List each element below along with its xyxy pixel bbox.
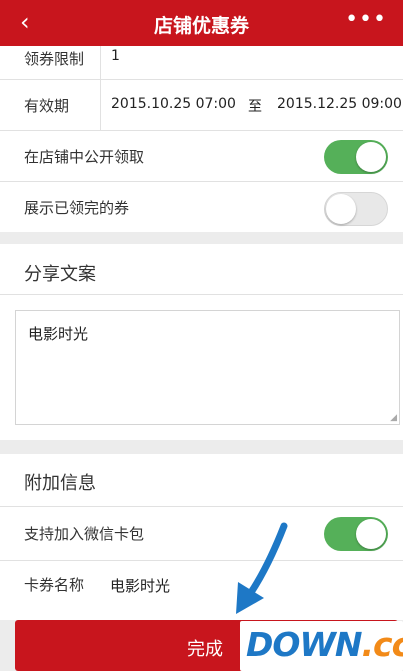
wechat-card-label: 支持加入微信卡包 bbox=[24, 525, 145, 543]
share-text-input[interactable]: 电影时光 ◢ bbox=[15, 310, 400, 425]
limit-value[interactable]: 1 bbox=[111, 48, 120, 64]
limit-row: 领券限制 1 bbox=[0, 46, 403, 80]
validity-start[interactable]: 2015.10.25 07:00 bbox=[111, 96, 236, 112]
toggle-knob bbox=[356, 142, 386, 172]
toggle-knob bbox=[356, 519, 386, 549]
show-finished-row: 展示已领完的券 bbox=[0, 182, 403, 232]
section-divider bbox=[0, 506, 403, 507]
share-text-value: 电影时光 bbox=[28, 325, 89, 343]
validity-end[interactable]: 2015.12.25 09:00 bbox=[277, 96, 402, 112]
show-finished-label: 展示已领完的券 bbox=[24, 199, 130, 217]
share-title: 分享文案 bbox=[24, 264, 96, 285]
validity-to: 至 bbox=[248, 99, 262, 115]
app-header: ‹ 店铺优惠券 ••• bbox=[0, 0, 403, 46]
public-claim-label: 在店铺中公开领取 bbox=[24, 148, 145, 166]
wechat-card-toggle[interactable] bbox=[324, 517, 388, 551]
page-title: 店铺优惠券 bbox=[153, 15, 249, 37]
resize-handle-icon[interactable]: ◢ bbox=[390, 413, 397, 423]
annotation-arrow-icon bbox=[236, 522, 288, 614]
watermark-logo: DOWN.cc bbox=[240, 621, 403, 671]
limit-label: 领券限制 bbox=[24, 50, 85, 68]
extra-title: 附加信息 bbox=[24, 473, 96, 494]
validity-row: 有效期 2015.10.25 07:00 至 2015.12.25 09:00 bbox=[0, 80, 403, 131]
row-divider bbox=[100, 46, 101, 79]
extra-section: 附加信息 支持加入微信卡包 卡券名称 电影时光 bbox=[0, 454, 403, 620]
card-name-label: 卡券名称 bbox=[24, 576, 85, 594]
row-divider bbox=[0, 560, 403, 561]
toggle-knob bbox=[326, 194, 356, 224]
validity-label: 有效期 bbox=[24, 97, 70, 115]
public-claim-row: 在店铺中公开领取 bbox=[0, 131, 403, 182]
card-name-value[interactable]: 电影时光 bbox=[110, 575, 170, 596]
show-finished-toggle[interactable] bbox=[324, 192, 388, 226]
row-divider bbox=[100, 80, 101, 130]
watermark-text: DOWN.cc bbox=[246, 625, 403, 664]
public-claim-toggle[interactable] bbox=[324, 140, 388, 174]
section-divider bbox=[0, 294, 403, 295]
done-button-label: 完成 bbox=[187, 639, 223, 660]
more-menu-icon[interactable]: ••• bbox=[345, 7, 387, 32]
